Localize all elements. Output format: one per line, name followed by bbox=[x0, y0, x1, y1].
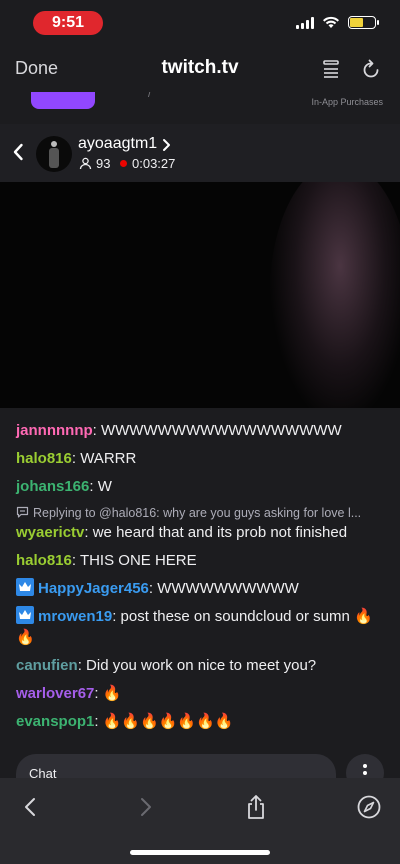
chat-text: : WARRR bbox=[71, 450, 137, 467]
chat-username[interactable]: wyaerictv bbox=[16, 524, 84, 541]
chat-message: halo816: WARRR bbox=[16, 448, 384, 469]
chat-text: : we heard that and its prob not finishe… bbox=[84, 524, 348, 541]
chat-username[interactable]: johans166 bbox=[16, 478, 89, 495]
chat-username[interactable]: halo816 bbox=[16, 450, 72, 467]
chat-message: HappyJager456: WWWWWWWWWW bbox=[16, 578, 384, 599]
reader-view-icon[interactable] bbox=[320, 58, 342, 80]
channel-avatar[interactable] bbox=[36, 136, 72, 172]
chat-text: : THIS ONE HERE bbox=[71, 552, 197, 569]
chat-username[interactable]: evanspop1 bbox=[16, 713, 94, 730]
chat-message: johans166: W bbox=[16, 476, 384, 497]
chat-username[interactable]: halo816 bbox=[16, 552, 72, 569]
chat-username[interactable]: mrowen19 bbox=[38, 608, 112, 625]
chat-message: wyaerictv: we heard that and its prob no… bbox=[16, 522, 384, 543]
chat-text: : WWWWWWWWWW bbox=[148, 580, 299, 597]
compass-icon[interactable] bbox=[356, 794, 382, 820]
live-indicator-icon bbox=[120, 160, 127, 167]
share-icon[interactable] bbox=[243, 794, 269, 820]
viewer-count: 93 bbox=[96, 156, 111, 171]
battery-icon bbox=[348, 16, 379, 29]
chat-text: : W bbox=[89, 478, 112, 495]
browser-header: Done twitch.tv bbox=[0, 46, 400, 92]
forward-arrow-icon[interactable] bbox=[132, 794, 158, 820]
reply-context[interactable]: Replying to @halo816: why are you guys a… bbox=[16, 504, 384, 522]
stream-uptime: 0:03:27 bbox=[132, 156, 176, 171]
chat-message: jannnnnnp: WWWWWWWWWWWWWWWWW bbox=[16, 420, 384, 441]
crown-badge-icon[interactable] bbox=[16, 606, 34, 624]
channel-name[interactable]: ayoaagtm1 bbox=[78, 135, 157, 153]
chat-text: : 🔥 bbox=[94, 685, 122, 702]
chat-text: : WWWWWWWWWWWWWWWWW bbox=[92, 422, 342, 439]
twitch-app-logo bbox=[31, 92, 95, 109]
reply-text: Replying to @halo816: why are you guys a… bbox=[33, 506, 362, 520]
chat-username[interactable]: warlover67 bbox=[16, 685, 94, 702]
status-time: 9:51 bbox=[33, 11, 103, 35]
chat-username[interactable]: HappyJager456 bbox=[38, 580, 149, 597]
back-arrow-icon[interactable] bbox=[18, 794, 44, 820]
reload-icon[interactable] bbox=[360, 58, 382, 80]
chat-message: halo816: THIS ONE HERE bbox=[16, 550, 384, 571]
chat-message: mrowen19: post these on soundcloud or su… bbox=[16, 606, 384, 648]
status-icons bbox=[296, 16, 379, 29]
promo-partial-text: / bbox=[148, 92, 152, 100]
back-chevron-icon[interactable] bbox=[12, 141, 24, 163]
chat-text: : 🔥🔥🔥🔥🔥🔥🔥 bbox=[94, 713, 234, 730]
stream-header: ayoaagtm1 93 0:03:27 bbox=[0, 124, 400, 182]
reply-icon bbox=[16, 506, 29, 518]
chat-panel: jannnnnnp: WWWWWWWWWWWWWWWWW halo816: WA… bbox=[0, 408, 400, 754]
status-bar: 9:51 bbox=[0, 0, 400, 46]
chat-message: evanspop1: 🔥🔥🔥🔥🔥🔥🔥 bbox=[16, 711, 384, 732]
in-app-purchases-label: In-App Purchases bbox=[311, 97, 383, 107]
done-button[interactable]: Done bbox=[15, 58, 58, 79]
chat-message: canufien: Did you work on nice to meet y… bbox=[16, 655, 384, 676]
chat-username[interactable]: canufien bbox=[16, 657, 78, 674]
chevron-right-icon[interactable] bbox=[162, 138, 171, 152]
chat-text: : Did you work on nice to meet you? bbox=[77, 657, 317, 674]
home-indicator[interactable] bbox=[130, 850, 270, 855]
video-player[interactable] bbox=[0, 182, 400, 408]
wifi-icon bbox=[323, 16, 339, 28]
viewer-icon bbox=[79, 157, 92, 170]
app-promo-banner[interactable]: / In-App Purchases bbox=[0, 92, 400, 124]
cellular-signal-icon bbox=[296, 16, 314, 29]
chat-message: warlover67: 🔥 bbox=[16, 683, 384, 704]
chat-username[interactable]: jannnnnnp bbox=[16, 422, 93, 439]
crown-badge-icon[interactable] bbox=[16, 578, 34, 596]
